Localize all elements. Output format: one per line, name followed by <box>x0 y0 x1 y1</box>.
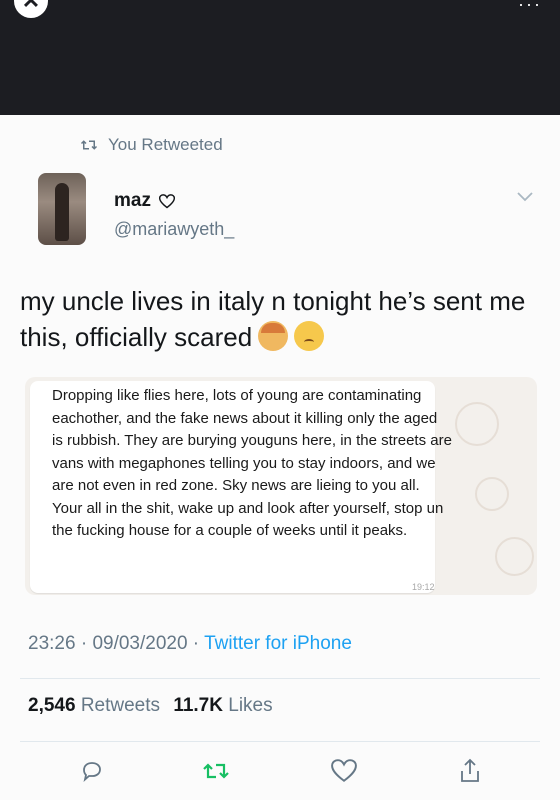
message-screenshot-image[interactable]: Dropping like flies here, lots of young … <box>25 377 537 595</box>
message-time: 19:12 <box>412 582 435 592</box>
retweets-label: Retweets <box>80 695 161 716</box>
retweets-count: 2,546 <box>28 695 76 716</box>
tweet-time: 23:26 <box>28 633 76 654</box>
like-button[interactable] <box>326 753 362 789</box>
tweet-source-link[interactable]: Twitter for iPhone <box>204 633 352 654</box>
likes-label: Likes <box>228 695 273 716</box>
retweet-icon <box>203 763 229 779</box>
avatar[interactable] <box>38 173 86 245</box>
reply-icon <box>83 762 101 782</box>
share-icon <box>461 758 479 782</box>
likes-count: 11.7K <box>173 695 223 716</box>
tweet-date: 09/03/2020 <box>92 633 188 654</box>
more-icon[interactable]: ··· <box>518 0 542 15</box>
message-text: Dropping like flies here, lots of young … <box>52 387 452 539</box>
reply-button[interactable] <box>74 753 110 789</box>
tweet-card: You Retweeted maz @mariawyeth_ my uncle … <box>0 115 560 800</box>
tweet-meta: 23:26 · 09/03/2020 · Twitter for iPhone <box>28 633 352 655</box>
heart-icon <box>331 759 357 782</box>
divider <box>20 678 540 679</box>
message-bubble: Dropping like flies here, lots of young … <box>30 381 452 593</box>
exploding-head-emoji-icon <box>258 321 289 351</box>
story-top-bar: ✕ ··· <box>0 0 560 115</box>
close-icon[interactable]: ✕ <box>14 0 48 18</box>
retweet-button[interactable] <box>198 753 234 789</box>
divider <box>20 741 540 742</box>
heart-emoji-icon <box>158 193 175 208</box>
retweet-small-icon <box>80 140 98 150</box>
retweet-banner: You Retweeted <box>80 135 223 155</box>
share-button[interactable] <box>452 753 488 789</box>
user-handle[interactable]: @mariawyeth_ <box>114 219 234 240</box>
meta-separator: · <box>75 633 93 654</box>
retweet-banner-label: You Retweeted <box>108 135 223 154</box>
tweet-stats: 2,546 Retweets 11.7K Likes <box>28 695 273 717</box>
chevron-down-icon[interactable] <box>516 191 534 203</box>
tweet-actions <box>0 753 560 793</box>
user-display-name[interactable]: maz <box>114 190 175 212</box>
user-name-text: maz <box>114 190 151 211</box>
worried-face-emoji-icon <box>294 321 325 351</box>
meta-separator: · <box>187 633 205 654</box>
retweets-stat[interactable]: 2,546 Retweets <box>28 695 160 716</box>
likes-stat[interactable]: 11.7K Likes <box>173 695 272 716</box>
tweet-text: my uncle lives in italy n tonight he’s s… <box>20 283 545 355</box>
